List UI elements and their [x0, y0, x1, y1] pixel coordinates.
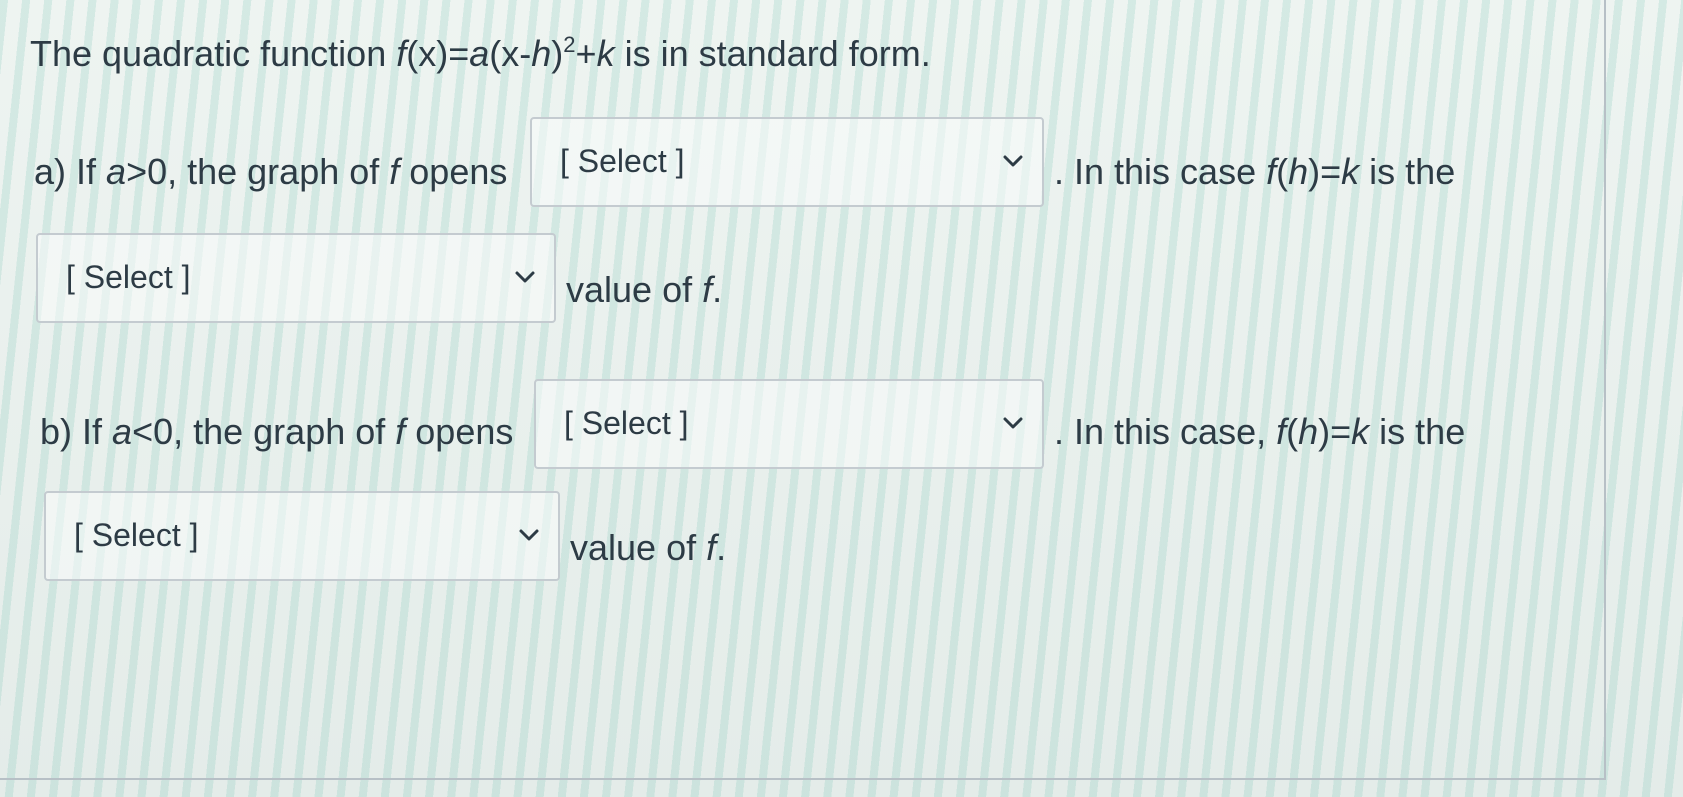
part-b-extremum-select[interactable]: [ Select ] [44, 491, 560, 581]
part-a-extremum-select-label: [ Select ] [66, 259, 191, 295]
formula-exponent: 2 [563, 32, 576, 57]
question-panel: The quadratic function f(x)=a(x-h)2+k is… [0, 0, 1606, 780]
part-a-direction-select[interactable]: [ Select ] [530, 117, 1044, 207]
stem-prefix: The quadratic function [30, 33, 397, 74]
formula-a: a [469, 33, 490, 74]
question-stem: The quadratic function f(x)=a(x-h)2+k is… [30, 30, 931, 78]
part-a-case-text: . In this case f(h)=k is the [1054, 151, 1456, 192]
part-b-extremum-select-label: [ Select ] [74, 517, 199, 553]
chevron-down-icon [519, 529, 539, 541]
chevron-down-icon [1003, 155, 1023, 167]
part-b-direction-select[interactable]: [ Select ] [534, 379, 1044, 469]
formula-f: f [396, 33, 407, 74]
formula-plus: + [575, 33, 597, 74]
part-b-lead: b) If a<0, the graph of f opens [40, 411, 514, 452]
part-a-direction-select-label: [ Select ] [560, 143, 685, 179]
part-b-tail-text: value of f. [570, 527, 727, 568]
part-a-lead: a) If a>0, the graph of f opens [34, 151, 508, 192]
chevron-down-icon [515, 271, 535, 283]
part-a-extremum-select[interactable]: [ Select ] [36, 233, 556, 323]
part-b-case-text: . In this case, f(h)=k is the [1054, 411, 1466, 452]
part-a-tail-text: value of f. [566, 269, 723, 310]
chevron-down-icon [1003, 417, 1023, 429]
formula-h: h [531, 33, 552, 74]
part-b-direction-select-label: [ Select ] [564, 405, 689, 441]
stem-suffix: is in standard form. [614, 33, 931, 74]
formula-close: ) [551, 33, 564, 74]
formula-k: k [596, 33, 615, 74]
formula-x: (x)= [406, 33, 470, 74]
formula-body: (x- [489, 33, 532, 74]
